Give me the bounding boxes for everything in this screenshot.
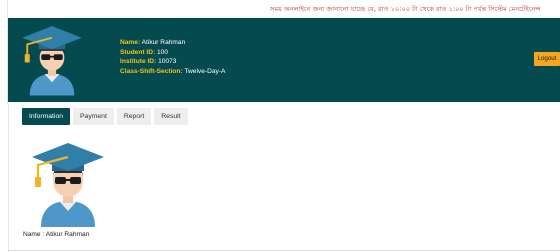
profile-name: Name : Atikur Rahman bbox=[23, 231, 90, 238]
tab-bar: Information Payment Report Result bbox=[22, 108, 188, 125]
student-info: Name: Atikur Rahman Student ID: 100 Inst… bbox=[120, 38, 225, 76]
notice-marquee: সময় অনলাইনে জন্য জানানো যাচ্ছে যে, রাত … bbox=[8, 0, 560, 18]
student-graduate-icon bbox=[22, 26, 82, 96]
student-id-row: Student ID: 100 bbox=[120, 48, 225, 58]
class-shift-section-label: Class-Shift-Section: bbox=[120, 67, 183, 75]
class-shift-section-row: Class-Shift-Section: Twelve-Day-A bbox=[120, 67, 225, 77]
tab-result[interactable]: Result bbox=[154, 108, 188, 125]
logout-button[interactable]: Logout bbox=[534, 52, 560, 66]
tab-report[interactable]: Report bbox=[116, 108, 152, 125]
tab-information[interactable]: Information bbox=[22, 108, 71, 125]
student-name-row: Name: Atikur Rahman bbox=[120, 38, 225, 48]
student-header: Name: Atikur Rahman Student ID: 100 Inst… bbox=[8, 18, 560, 102]
class-shift-section-value: Twelve-Day-A bbox=[184, 67, 226, 75]
student-graduate-icon bbox=[32, 143, 104, 227]
institute-id-label: Institute ID: bbox=[120, 58, 157, 65]
student-id-label: Student ID: bbox=[120, 48, 156, 56]
student-name-value: Atikur Rahman bbox=[141, 39, 186, 46]
student-id-value: 100 bbox=[157, 48, 169, 56]
institute-id-value: 10073 bbox=[158, 58, 177, 65]
divider bbox=[8, 250, 560, 251]
notice-text: সময় অনলাইনে জন্য জানানো যাচ্ছে যে, রাত … bbox=[270, 5, 541, 13]
student-name-label: Name: bbox=[120, 39, 141, 46]
institute-id-row: Institute ID: 10073 bbox=[120, 57, 225, 67]
tab-payment[interactable]: Payment bbox=[73, 108, 114, 125]
